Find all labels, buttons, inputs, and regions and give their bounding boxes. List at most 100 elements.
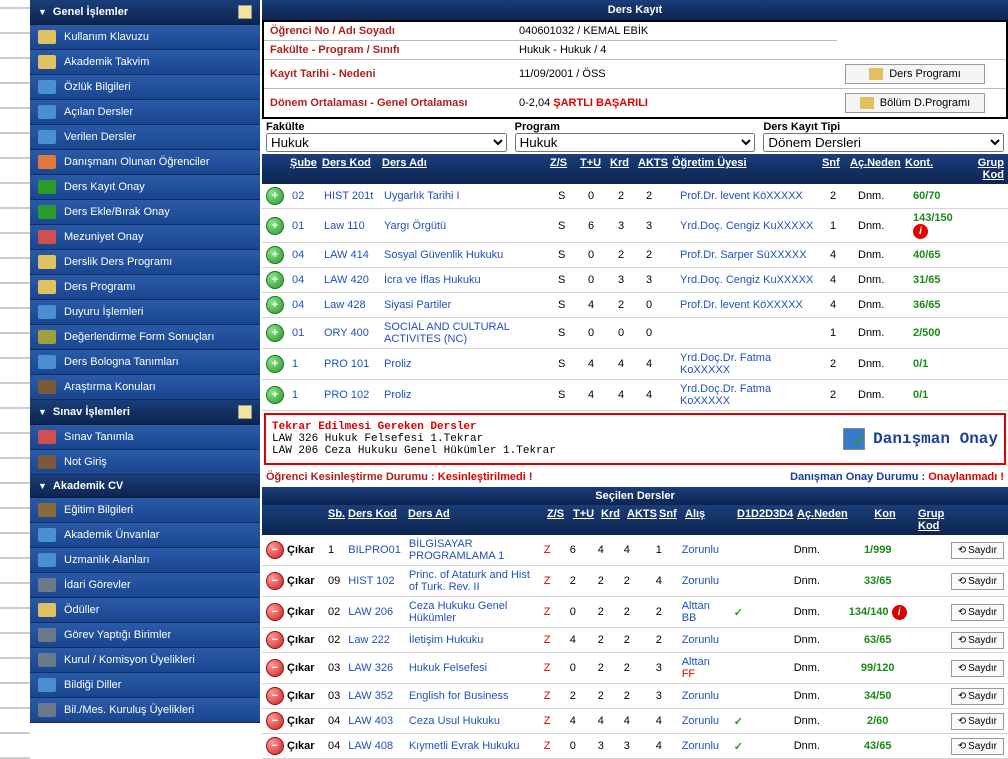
saydir-button[interactable]: Saydır [951,713,1004,730]
course-name-link[interactable]: BİLGİSAYAR PROGRAMLAMA 1 [405,535,540,566]
alis-link[interactable]: AlttanBB [678,597,730,628]
sidebar-item[interactable]: Eğitim Bilgileri [30,498,260,523]
instructor-link[interactable]: Prof.Dr. levent KöXXXXX [676,293,826,318]
add-course-button[interactable]: + [266,324,284,342]
sube-link[interactable]: 1 [288,380,320,411]
sidebar-section-cv[interactable]: Akademik CV [30,475,260,498]
instructor-link[interactable] [676,318,826,349]
sidebar-item[interactable]: Ders Ekle/Bırak Onay [30,200,260,225]
sube-link[interactable]: 1 [288,349,320,380]
instructor-link[interactable]: Prof.Dr. levent KöXXXXX [676,184,826,209]
course-code-link[interactable]: LAW 408 [344,734,405,759]
course-name-link[interactable]: Siyasi Partiler [380,293,554,318]
sidebar-item[interactable]: Görev Yaptığı Birimler [30,623,260,648]
sidebar-item[interactable]: Derslik Ders Programı [30,250,260,275]
course-name-link[interactable]: Sosyal Güvenlik Hukuku [380,243,554,268]
sidebar-item[interactable]: Ders Programı [30,275,260,300]
add-course-button[interactable]: + [266,386,284,404]
course-code-link[interactable]: ORY 400 [320,318,380,349]
add-course-button[interactable]: + [266,217,284,235]
sidebar-item[interactable]: Özlük Bilgileri [30,75,260,100]
course-code-link[interactable]: HIST 201t [320,184,380,209]
sidebar-item[interactable]: İdari Görevler [30,573,260,598]
saydir-button[interactable]: Saydır [951,632,1004,649]
alis-link[interactable]: Zorunlu [678,734,730,759]
course-name-link[interactable]: Princ. of Ataturk and Hist of Turk. Rev.… [405,566,540,597]
remove-course-button[interactable]: −Çıkar [266,631,315,649]
course-code-link[interactable]: BILPRO01 [344,535,405,566]
sidebar-item[interactable]: Kullanım Klavuzu [30,25,260,50]
alis-link[interactable]: Zorunlu [678,709,730,734]
course-name-link[interactable]: İletişim Hukuku [405,628,540,653]
course-code-link[interactable]: LAW 403 [344,709,405,734]
advisor-approve-button[interactable]: Danışman Onay [843,428,998,450]
sidebar-section-exam[interactable]: Sınav İşlemleri [30,400,260,425]
add-course-button[interactable]: + [266,246,284,264]
course-schedule-button[interactable]: Ders Programı [845,64,985,84]
course-name-link[interactable]: Proliz [380,349,554,380]
course-code-link[interactable]: PRO 102 [320,380,380,411]
course-code-link[interactable]: Law 110 [320,209,380,243]
sidebar-item[interactable]: Bildiği Diller [30,673,260,698]
remove-course-button[interactable]: −Çıkar [266,687,315,705]
instructor-link[interactable]: Yrd.Doç.Dr. Fatma KoXXXXX [676,349,826,380]
sidebar-item[interactable]: Akademik Ünvanlar [30,523,260,548]
add-course-button[interactable]: + [266,271,284,289]
course-name-link[interactable]: Ceza Usul Hukuku [405,709,540,734]
instructor-link[interactable]: Yrd.Doç. Cengiz KuXXXXX [676,209,826,243]
alis-link[interactable]: Zorunlu [678,566,730,597]
course-name-link[interactable]: Proliz [380,380,554,411]
sube-link[interactable]: 01 [288,318,320,349]
course-code-link[interactable]: LAW 420 [320,268,380,293]
alis-link[interactable]: Zorunlu [678,535,730,566]
regtype-filter-select[interactable]: Dönem Dersleri [763,133,1004,152]
sube-link[interactable]: 02 [288,184,320,209]
course-name-link[interactable]: Kıymetli Evrak Hukuku [405,734,540,759]
sube-link[interactable]: 04 [288,268,320,293]
sidebar-item[interactable]: Not Giriş [30,450,260,475]
remove-course-button[interactable]: −Çıkar [266,712,315,730]
course-name-link[interactable]: Yargı Örgütü [380,209,554,243]
saydir-button[interactable]: Saydır [951,573,1004,590]
sidebar-item[interactable]: Araştırma Konuları [30,375,260,400]
sidebar-item[interactable]: Kurul / Komisyon Üyelikleri [30,648,260,673]
sidebar-item[interactable]: Açılan Dersler [30,100,260,125]
course-name-link[interactable]: Hukuk Felsefesi [405,653,540,684]
sidebar-item[interactable]: Ödüller [30,598,260,623]
course-name-link[interactable]: SOCIAL AND CULTURAL ACTIVITES (NC) [380,318,554,349]
dept-schedule-button[interactable]: Bölüm D.Programı [845,93,985,113]
sidebar-item[interactable]: Bil./Mes. Kuruluş Üyelikleri [30,698,260,723]
sube-link[interactable]: 04 [288,243,320,268]
faculty-filter-select[interactable]: Hukuk [266,133,507,152]
course-name-link[interactable]: Uygarlık Tarihi I [380,184,554,209]
course-code-link[interactable]: Law 428 [320,293,380,318]
saydir-button[interactable]: Saydır [951,688,1004,705]
saydir-button[interactable]: Saydır [951,738,1004,755]
remove-course-button[interactable]: −Çıkar [266,737,315,755]
course-name-link[interactable]: İcra ve İflas Hukuku [380,268,554,293]
alis-link[interactable]: Zorunlu [678,628,730,653]
course-code-link[interactable]: PRO 101 [320,349,380,380]
sidebar-item[interactable]: Verilen Dersler [30,125,260,150]
sidebar-item[interactable]: Sınav Tanımla [30,425,260,450]
course-name-link[interactable]: Ceza Hukuku Genel Hükümler [405,597,540,628]
instructor-link[interactable]: Prof.Dr. Sarper SüXXXXX [676,243,826,268]
add-course-button[interactable]: + [266,355,284,373]
course-code-link[interactable]: HIST 102 [344,566,405,597]
course-code-link[interactable]: LAW 206 [344,597,405,628]
add-course-button[interactable]: + [266,296,284,314]
sube-link[interactable]: 01 [288,209,320,243]
sidebar-item[interactable]: Duyuru İşlemleri [30,300,260,325]
sube-link[interactable]: 04 [288,293,320,318]
remove-course-button[interactable]: −Çıkar [266,572,315,590]
saydir-button[interactable]: Saydır [951,604,1004,621]
course-code-link[interactable]: Law 222 [344,628,405,653]
course-code-link[interactable]: LAW 326 [344,653,405,684]
sidebar-item[interactable]: Uzmanlık Alanları [30,548,260,573]
remove-course-button[interactable]: −Çıkar [266,603,315,621]
remove-course-button[interactable]: −Çıkar [266,541,315,559]
sidebar-item[interactable]: Danışmanı Olunan Öğrenciler [30,150,260,175]
add-course-button[interactable]: + [266,187,284,205]
sidebar-item[interactable]: Akademik Takvim [30,50,260,75]
saydir-button[interactable]: Saydır [951,542,1004,559]
